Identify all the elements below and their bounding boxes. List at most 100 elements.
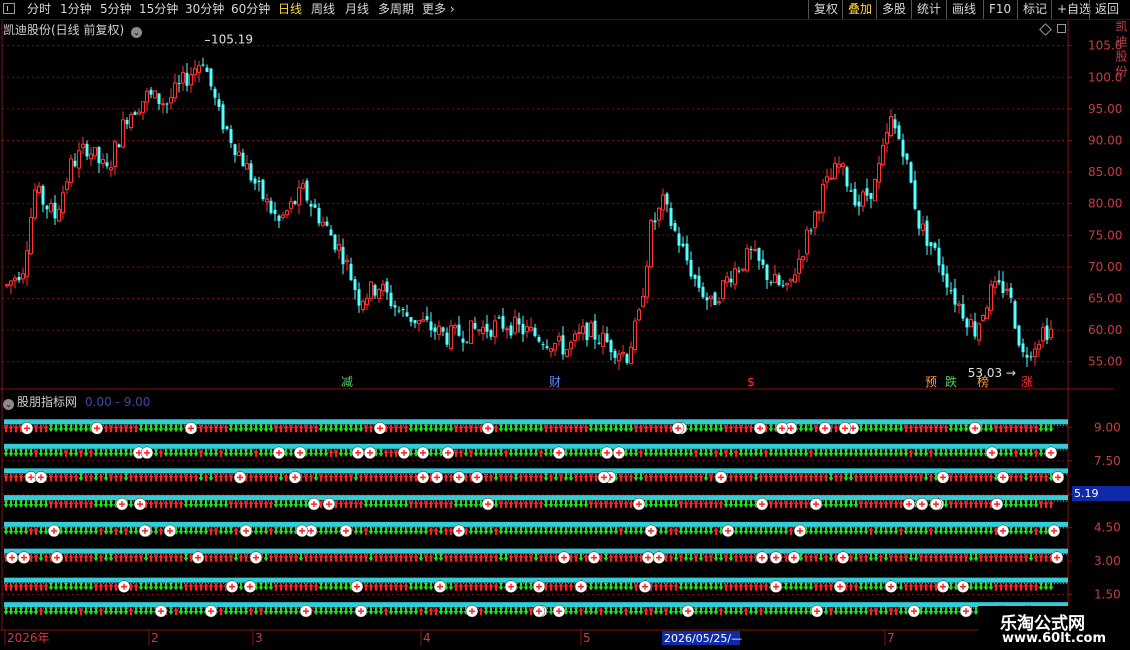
signal-arrow-5-197 xyxy=(988,553,994,562)
candle-body-195 xyxy=(785,282,789,286)
candle-body-200 xyxy=(805,229,809,255)
signal-arrow-2-128 xyxy=(643,473,649,482)
candle-body-166 xyxy=(669,208,673,226)
signal-arrow-2-155 xyxy=(778,473,784,482)
candle-body-49 xyxy=(201,64,205,66)
signal-arrow-1-35 xyxy=(178,448,184,457)
signal-arrow-7-47 xyxy=(238,607,244,616)
signal-arrow-2-206 xyxy=(1033,473,1039,482)
signal-arrow-3-8 xyxy=(43,500,49,509)
signal-arrow-0-179 xyxy=(898,424,904,433)
signal-arrow-6-179 xyxy=(898,582,904,591)
signal-arrow-7-62 xyxy=(313,607,319,616)
signal-arrow-7-56 xyxy=(283,607,289,616)
signal-arrow-5-13 xyxy=(68,553,74,562)
signal-arrow-6-37 xyxy=(188,582,194,591)
signal-arrow-7-91 xyxy=(458,607,464,616)
signal-arrow-3-29 xyxy=(148,500,154,509)
candle-body-4 xyxy=(21,273,25,280)
candle-body-68 xyxy=(277,215,281,221)
signal-arrow-1-152 xyxy=(763,448,769,457)
signal-arrow-1-202 xyxy=(1013,448,1019,457)
signal-arrow-1-32 xyxy=(163,448,169,457)
signal-arrow-6-41 xyxy=(208,582,214,591)
watermark-url: www.60lt.com xyxy=(1002,631,1107,646)
signal-arrow-7-52 xyxy=(263,607,269,616)
signal-arrow-5-182 xyxy=(913,553,919,562)
candle-body-98 xyxy=(397,310,401,312)
signal-arrow-7-152 xyxy=(763,607,769,616)
candle-body-193 xyxy=(777,275,781,286)
candle-body-179 xyxy=(721,280,725,299)
signal-arrow-7-14 xyxy=(73,607,79,616)
signal-arrow-6-83 xyxy=(418,582,424,591)
signal-arrow-2-113 xyxy=(568,473,574,482)
signal-arrow-5-59 xyxy=(298,553,304,562)
signal-arrow-7-65 xyxy=(328,607,334,616)
candle-body-88 xyxy=(357,289,361,306)
signal-arrow-5-208 xyxy=(1043,553,1049,562)
signal-arrow-1-49 xyxy=(248,448,254,457)
candle-body-120 xyxy=(485,323,489,332)
candle-body-226 xyxy=(909,162,913,183)
signal-arrow-1-46 xyxy=(233,448,239,457)
signal-arrow-2-194 xyxy=(973,473,979,482)
candle-body-181 xyxy=(729,278,733,283)
signal-arrow-5-67 xyxy=(338,553,344,562)
signal-arrow-7-26 xyxy=(133,607,139,616)
signal-arrow-7-146 xyxy=(733,607,739,616)
candle-body-113 xyxy=(457,324,461,336)
signal-arrow-6-2 xyxy=(13,582,19,591)
signal-arrow-7-158 xyxy=(793,607,799,616)
signal-arrow-3-172 xyxy=(863,500,869,509)
signal-arrow-7-128 xyxy=(643,607,649,616)
candle-body-221 xyxy=(889,116,893,137)
chart-canvas[interactable]: 55.00 60.00 65.00 70.00 75.00 80.00 85.00 90.00… xyxy=(0,0,1130,650)
signal-arrow-3-82 xyxy=(413,500,419,509)
signal-arrow-6-200 xyxy=(1003,582,1009,591)
candle-body-13 xyxy=(57,208,61,222)
signal-arrow-6-40 xyxy=(203,582,209,591)
signal-arrow-1-10 xyxy=(53,448,59,457)
signal-arrow-2-191 xyxy=(958,473,964,482)
candle-body-172 xyxy=(693,274,697,279)
signal-arrow-3-112 xyxy=(563,500,569,509)
signal-arrow-2-16 xyxy=(83,473,89,482)
signal-arrow-3-158 xyxy=(793,500,799,509)
signal-arrow-2-197 xyxy=(988,473,994,482)
candle-body-106 xyxy=(429,321,433,331)
signal-arrow-5-163 xyxy=(818,553,824,562)
signal-arrow-0-191 xyxy=(958,424,964,433)
candle-body-38 xyxy=(157,93,161,104)
signal-arrow-1-164 xyxy=(823,448,829,457)
signal-arrow-1-16 xyxy=(83,448,89,457)
signal-arrow-3-124 xyxy=(623,500,629,509)
signal-arrow-1-205 xyxy=(1028,448,1034,457)
candle-body-127 xyxy=(513,316,517,334)
signal-arrow-6-85 xyxy=(428,582,434,591)
signal-arrow-2-52 xyxy=(263,473,269,482)
candle-body-137 xyxy=(553,342,557,351)
signal-arrow-5-26 xyxy=(133,553,139,562)
signal-arrow-0-55 xyxy=(278,424,284,433)
signal-arrow-7-101 xyxy=(508,607,514,616)
signal-arrow-7-167 xyxy=(838,607,844,616)
signal-arrow-3-167 xyxy=(838,500,844,509)
signal-arrow-5-95 xyxy=(478,553,484,562)
signal-arrow-3-194 xyxy=(973,500,979,509)
signal-arrow-6-110 xyxy=(553,582,559,591)
signal-arrow-1-154 xyxy=(773,448,779,457)
signal-arrow-0-181 xyxy=(908,424,914,433)
signal-arrow-1-166 xyxy=(833,448,839,457)
candle-body-74 xyxy=(301,183,305,189)
signal-arrow-7-80 xyxy=(403,607,409,616)
candle-body-105 xyxy=(425,316,429,320)
signal-arrow-3-74 xyxy=(373,500,379,509)
signal-arrow-3-58 xyxy=(293,500,299,509)
signal-arrow-3-113 xyxy=(568,500,574,509)
signal-arrow-3-203 xyxy=(1018,500,1024,509)
signal-arrow-2-109 xyxy=(548,473,554,482)
signal-arrow-0-82 xyxy=(413,424,419,433)
signal-arrow-1-76 xyxy=(383,448,389,457)
y-tick-label-6: 85.00 xyxy=(1088,165,1122,179)
